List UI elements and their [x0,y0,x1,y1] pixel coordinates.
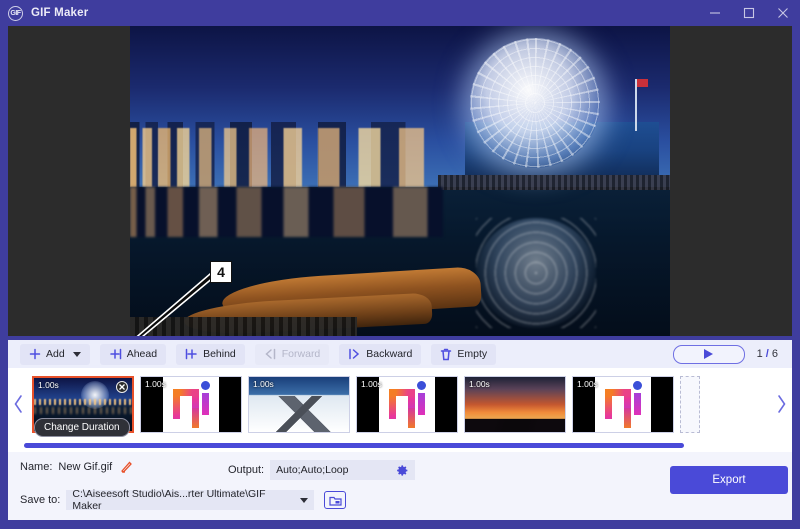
minimize-icon[interactable] [698,0,732,26]
gear-icon[interactable] [396,464,409,477]
frame-duration: 1.00s [253,378,274,389]
gif-badge-icon: GIF [8,5,23,21]
city-reflection [130,187,444,237]
add-button[interactable]: Add [20,343,90,365]
counter-total: 6 [771,348,778,360]
backward-button[interactable]: Backward [339,343,422,365]
frame-thumbnails[interactable]: 1.00s 1.00s 1.00s 1.00s 1.00s 1.00s [30,368,770,440]
add-label: Add [46,348,65,360]
frame-counter: 1 / 6 [757,348,778,360]
preview-image [130,26,670,336]
skyline-lights [130,128,444,188]
change-duration-tooltip: Change Duration [34,418,130,437]
frame-thumb-6[interactable]: 1.00s [572,375,674,433]
insert-ahead-icon [109,348,121,360]
output-label: Output: [228,464,265,476]
maximize-icon[interactable] [732,0,766,26]
forward-label: Forward [281,348,321,360]
frame-thumb-5[interactable]: 1.00s [464,375,566,433]
preview-canvas: 4 [8,26,792,336]
frame-placeholder[interactable] [680,375,700,433]
strip-scroll-thumb[interactable] [24,443,684,448]
chevron-left-icon[interactable] [8,368,30,440]
name-value: New Gif.gif [58,460,113,473]
behind-button[interactable]: Behind [176,343,245,365]
output-row: Output: Auto;Auto;Loop [228,460,416,480]
trash-icon [441,348,452,360]
chevron-down-icon[interactable] [300,497,309,503]
frame-thumb-4[interactable]: 1.00s [356,375,458,433]
title-bar: GIF GIF Maker [0,0,800,26]
saveto-value: C:\Aiseesoft Studio\Ais...rter Ultimate\… [72,488,266,512]
frame-duration: 1.00s [38,379,59,390]
counter-current: 1 [756,348,763,360]
play-icon [704,349,714,359]
chevron-down-icon[interactable] [72,351,81,357]
gif-maker-window: GIF GIF Maker 4 Add Ahead Behind Forward… [0,0,800,529]
forward-button[interactable]: Forward [254,343,330,365]
close-icon[interactable] [766,0,800,26]
window-title: GIF Maker [31,7,89,19]
ahead-label: Ahead [126,348,158,360]
frame-toolbar: Add Ahead Behind Forward Backward Empty [8,340,792,368]
geodesic-dome [470,38,601,169]
frame-thumb-2[interactable]: 1.00s [140,375,242,433]
backward-label: Backward [366,348,413,360]
annotation-number: 4 [210,261,232,283]
frame-duration: 1.00s [469,378,490,389]
close-circle-icon[interactable] [116,380,128,393]
play-button[interactable] [672,344,745,364]
dome-reflection [475,218,596,329]
chevron-right-icon[interactable] [770,368,792,440]
output-settings-field[interactable]: Auto;Auto;Loop [270,460,416,480]
empty-button[interactable]: Empty [431,343,497,365]
pencil-icon[interactable] [120,460,133,473]
frame-duration: 1.00s [145,378,166,389]
export-button[interactable]: Export [670,466,788,494]
pier [437,174,670,191]
flag-icon [634,78,648,132]
saveto-label: Save to: [20,494,61,506]
plus-icon [29,348,41,360]
empty-label: Empty [457,348,488,360]
move-backward-icon [349,348,360,360]
window-controls [698,0,800,26]
ahead-button[interactable]: Ahead [99,343,167,365]
saveto-row: Save to: C:\Aiseesoft Studio\Ais...rter … [20,488,347,512]
insert-behind-icon [185,348,197,360]
dock [130,317,357,336]
frame-thumb-3[interactable]: 1.00s [248,375,350,433]
frame-duration: 1.00s [577,378,598,389]
frame-duration: 1.00s [361,378,382,389]
name-label: Name: [20,460,53,473]
playback-controls: 1 / 6 [672,344,792,364]
saveto-path-field[interactable]: C:\Aiseesoft Studio\Ais...rter Ultimate\… [66,488,315,512]
move-forward-icon [265,348,276,360]
output-value: Auto;Auto;Loop [276,464,349,476]
counter-separator: / [765,348,769,360]
name-row: Name: New Gif.gif [20,460,133,473]
behind-label: Behind [203,348,236,360]
folder-open-icon[interactable] [324,491,347,509]
